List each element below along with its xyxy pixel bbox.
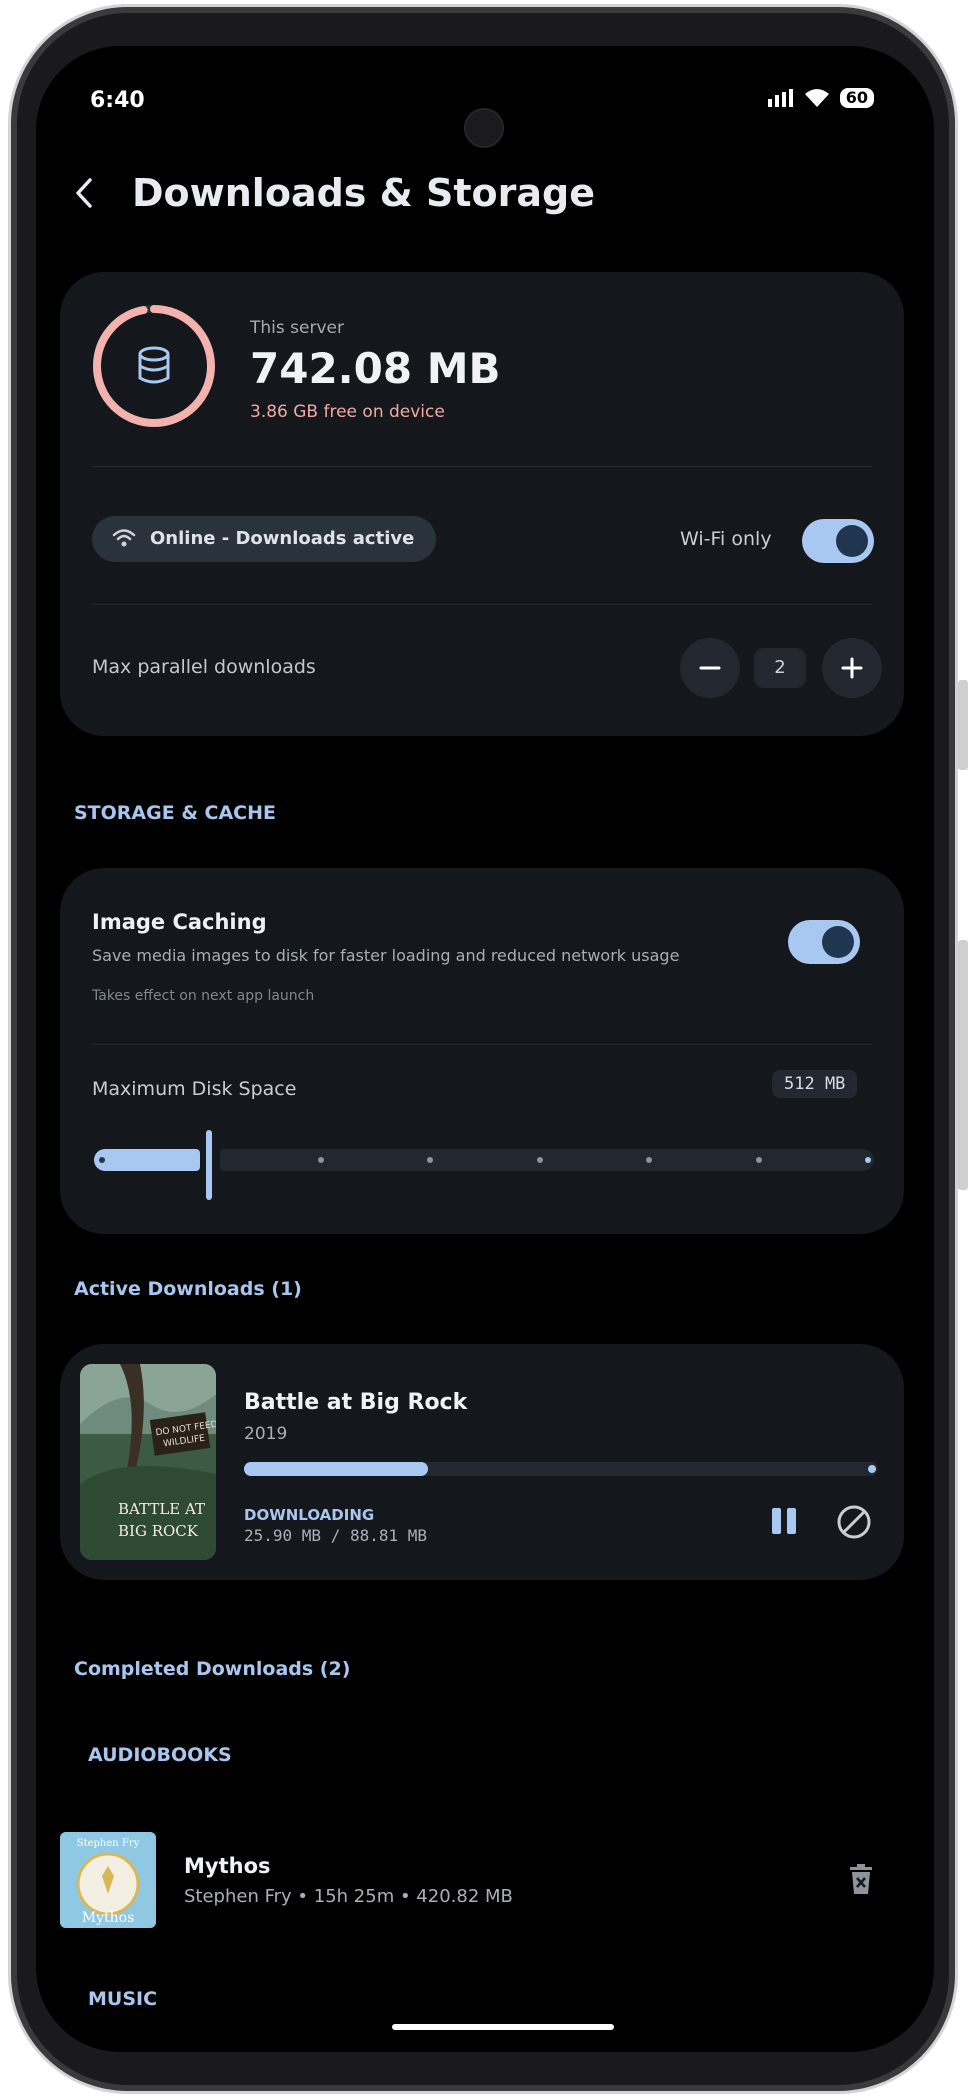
cover-author: Stephen Fry [77,1838,140,1849]
music-group-label: MUSIC [88,1988,158,2010]
max-disk-value: 512 MB [772,1070,858,1098]
back-arrow-icon [76,178,92,208]
active-downloads-title: Active Downloads (1) [74,1278,302,1300]
download-progress-fill [244,1462,428,1476]
cancel-icon [837,1505,871,1539]
page-header: Downloads & Storage [66,171,595,215]
slider-step-dot [865,1157,871,1163]
storage-section-title: STORAGE & CACHE [74,802,276,824]
image-caching-description: Save media images to disk for faster loa… [92,946,680,965]
front-camera [464,108,504,148]
divider [92,466,872,467]
divider [92,1044,872,1045]
mythos-cover: Stephen Fry Mythos [60,1832,156,1928]
pause-icon [772,1508,796,1534]
status-time: 6:40 [90,88,145,113]
cancel-download-button[interactable] [836,1504,872,1544]
signal-icon [767,89,793,107]
progress-end-dot [868,1465,876,1473]
back-button[interactable] [66,175,102,211]
server-label: This server [250,318,344,338]
cover-title-line-1: BATTLE AT [118,1500,205,1518]
download-title: Battle at Big Rock [244,1390,468,1415]
device-free-space: 3.86 GB free on device [250,402,445,422]
parallel-count: 2 [754,648,806,688]
album-cover: DO NOT FEED WILDLIFE BATTLE AT BIG ROCK [80,1364,216,1560]
side-button-top [958,680,968,770]
slider-handle[interactable] [206,1130,212,1200]
parallel-downloads-label: Max parallel downloads [92,656,316,678]
wifi-only-toggle[interactable] [802,519,874,563]
wifi-only-label: Wi-Fi only [680,528,772,550]
slider-fill [94,1149,200,1171]
delete-button[interactable] [848,1864,874,1898]
download-bytes: 25.90 MB / 88.81 MB [244,1526,428,1545]
slider-step-dot [317,1157,324,1163]
max-disk-label: Maximum Disk Space [92,1078,297,1100]
home-indicator[interactable] [392,2024,614,2030]
trash-icon [850,1864,872,1894]
online-status-label: Online - Downloads active [150,528,415,549]
online-status-badge: Online - Downloads active [92,516,437,562]
slider-step-dot [536,1157,543,1163]
toggle-knob [836,525,868,557]
completed-downloads-title: Completed Downloads (2) [74,1658,351,1680]
image-caching-note: Takes effect on next app launch [92,988,315,1004]
app-screen: 6:40 60 Downloads & Storage This server … [36,46,934,2052]
download-progress-bar [244,1462,878,1476]
wifi-status-icon [804,89,829,107]
cover-title: Mythos [82,1910,135,1926]
plus-icon [841,657,863,679]
divider [92,604,872,605]
side-button-bottom [958,940,968,1190]
battery-indicator: 60 [839,88,874,108]
image-caching-title: Image Caching [92,910,267,934]
server-size: 742.08 MB [250,344,501,393]
pause-button[interactable] [770,1506,798,1540]
download-status: DOWNLOADING [244,1506,375,1524]
audiobooks-group-label: AUDIOBOOKS [88,1744,232,1766]
completed-meta: Stephen Fry • 15h 25m • 420.82 MB [184,1886,513,1907]
download-year: 2019 [244,1424,288,1444]
slider-step-dot [755,1157,762,1163]
database-icon [138,346,170,384]
status-icons: 60 [767,88,874,108]
max-disk-slider[interactable] [92,1130,876,1200]
battle-at-big-rock-cover: DO NOT FEED WILDLIFE BATTLE AT BIG ROCK [80,1364,216,1560]
mythos-cover-art: Stephen Fry Mythos [60,1832,156,1928]
completed-title: Mythos [184,1854,271,1878]
minus-icon [699,666,721,670]
server-storage-card: This server 742.08 MB 3.86 GB free on de… [60,272,904,736]
increase-parallel-button[interactable] [822,638,882,698]
decrease-parallel-button[interactable] [680,638,740,698]
cover-title-line-2: BIG ROCK [118,1522,199,1540]
toggle-knob [822,926,854,958]
slider-step-dot [99,1157,105,1163]
image-caching-toggle[interactable] [788,920,860,964]
active-download-item[interactable]: DO NOT FEED WILDLIFE BATTLE AT BIG ROCK … [60,1344,904,1580]
image-caching-card: Image Caching Save media images to disk … [60,868,904,1234]
status-bar: 6:40 60 [36,88,934,148]
page-title: Downloads & Storage [132,171,595,215]
wifi-icon [112,529,136,547]
